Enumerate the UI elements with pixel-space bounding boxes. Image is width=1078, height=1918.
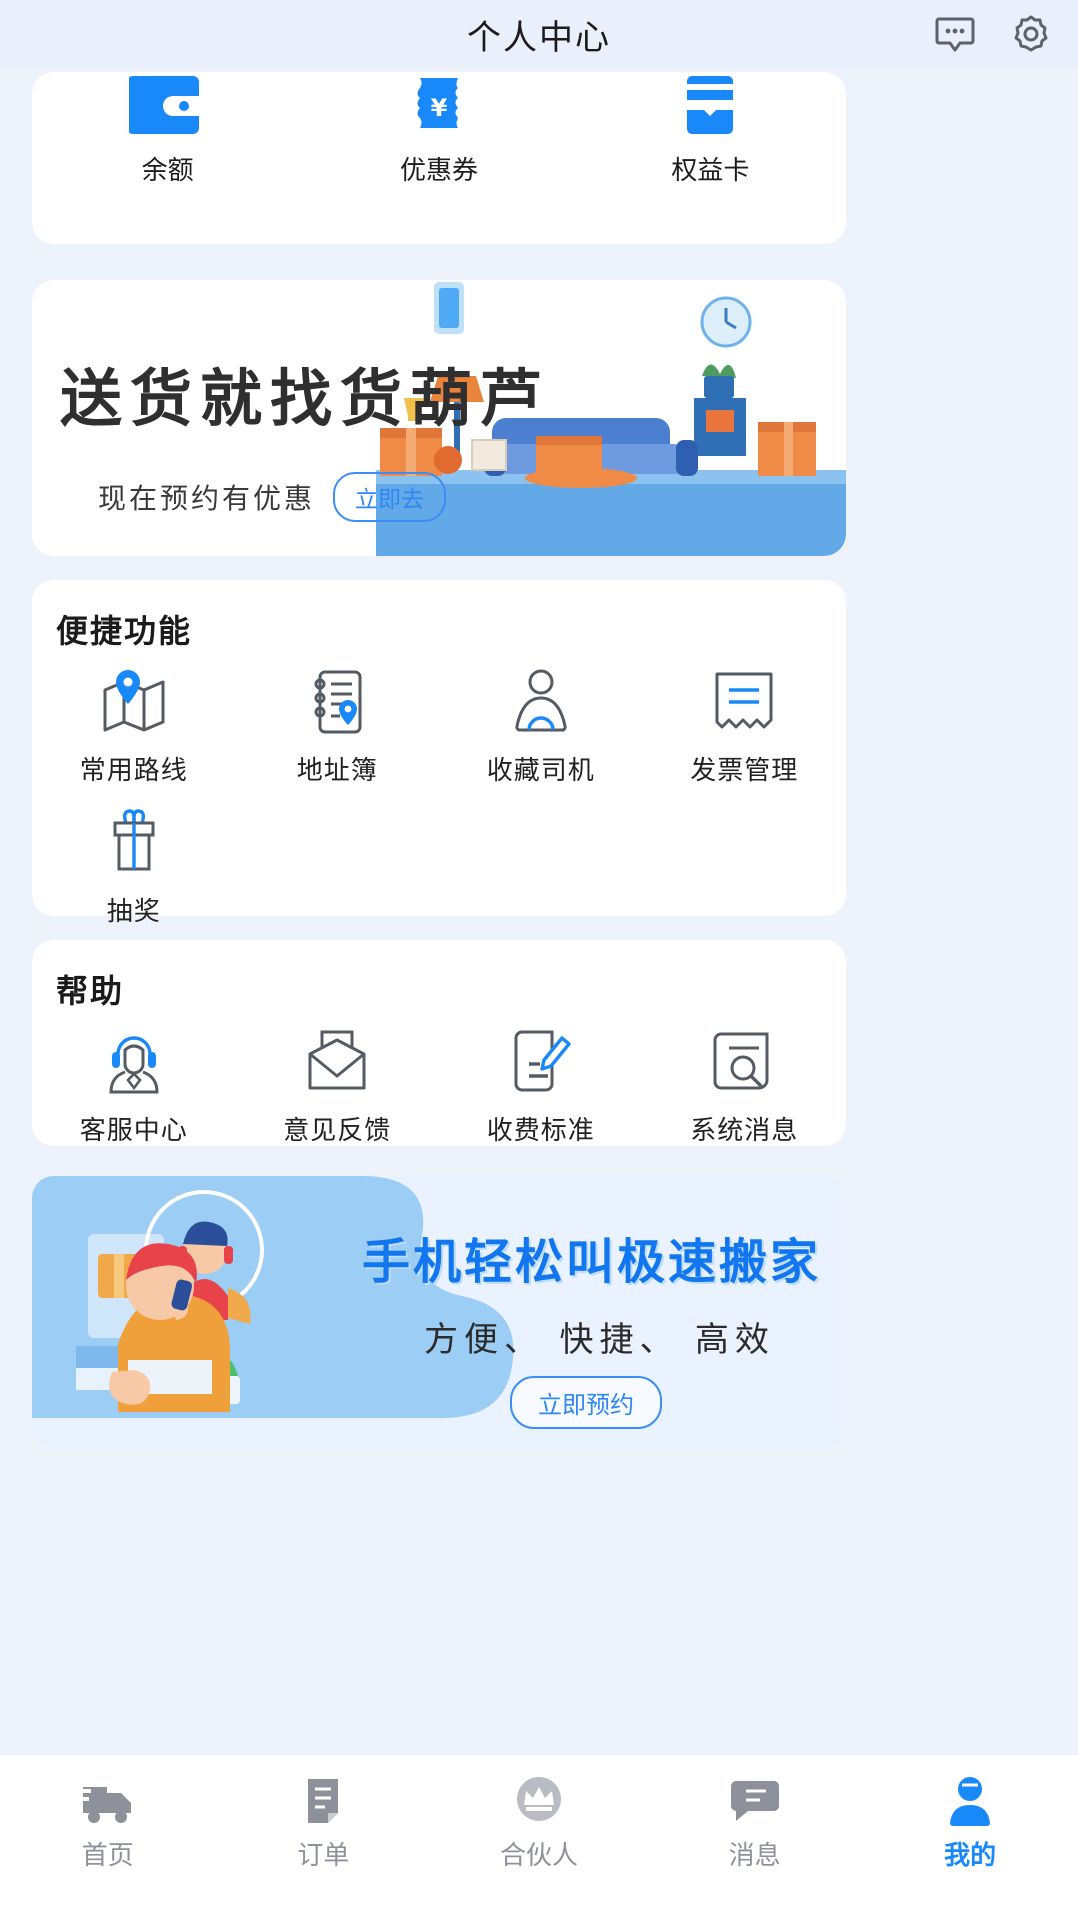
quick-function-address-book[interactable]: 地址簿 [236,664,440,787]
help-item-pricing[interactable]: 收费标准 [439,1024,643,1147]
quick-function-label: 常用路线 [79,755,188,785]
tab-messages[interactable]: 消息 [647,1773,863,1872]
quick-function-label: 地址簿 [296,755,378,785]
asset-label: 权益卡 [671,155,750,185]
header-actions [934,0,1052,68]
promo-banner-bottom[interactable]: 手机轻松叫极速搬家 方便、 快捷、 高效 立即预约 [32,1176,846,1448]
quick-functions-grid: 常用路线 地址簿 收藏司机 发票管理 抽奖 [32,664,846,946]
quick-function-lottery[interactable]: 抽奖 [32,805,236,928]
help-item-label: 系统消息 [690,1115,799,1145]
promo-bottom-subtitle: 方便、 快捷、 高效 [424,1321,775,1359]
promo-bottom-button[interactable]: 立即预约 [510,1376,662,1429]
quick-function-label: 发票管理 [690,755,799,785]
gear-icon[interactable] [1010,13,1052,55]
gift-icon [95,805,173,881]
tab-label: 我的 [944,1840,997,1870]
quick-functions-title: 便捷功能 [56,613,193,649]
asset-item-benefit-card[interactable]: 权益卡 [575,72,846,244]
promo-top-title: 送货就找货葫芦 [60,365,551,434]
order-icon [294,1773,352,1829]
envelope-icon [298,1024,376,1100]
crown-icon [510,1773,568,1829]
tab-partner[interactable]: 合伙人 [431,1773,647,1872]
truck-icon [79,1773,137,1829]
asset-row: 余额 ¥ 优惠券 权益卡 [32,72,846,244]
promo-bottom-title: 手机轻松叫极速搬家 [362,1236,822,1289]
asset-card: 余额 ¥ 优惠券 权益卡 [32,72,846,244]
promo-top-subrow: 现在预约有优惠 立即去 [60,472,550,522]
quick-function-common-routes[interactable]: 常用路线 [32,664,236,787]
tab-home[interactable]: 首页 [0,1773,216,1872]
promo-top-text: 送货就找货葫芦 现在预约有优惠 立即去 [60,348,550,522]
quick-function-label: 抽奖 [106,896,161,926]
address-book-icon [298,664,376,740]
tab-label: 首页 [81,1840,134,1870]
help-item-feedback[interactable]: 意见反馈 [236,1024,440,1147]
help-card: 帮助 客服中心 意见反馈 收费标准 系统消息 [32,940,846,1146]
doc-search-icon [705,1024,783,1100]
help-item-system-message[interactable]: 系统消息 [643,1024,847,1147]
quick-function-invoice[interactable]: 发票管理 [643,664,847,787]
asset-label: 余额 [141,155,194,185]
svg-text:¥: ¥ [431,94,448,122]
quick-functions-card: 便捷功能 常用路线 地址簿 收藏司机 发票管理 抽奖 [32,580,846,926]
asset-item-coupon[interactable]: ¥ 优惠券 [303,72,574,244]
tab-label: 订单 [297,1840,350,1870]
coupon-icon: ¥ [400,76,478,138]
app-header: 个人中心 [0,0,1078,68]
promo-top-button[interactable]: 立即去 [333,472,447,522]
help-grid: 客服中心 意见反馈 收费标准 系统消息 [32,1024,846,1165]
help-item-label: 收费标准 [486,1115,595,1145]
promo-top-subtitle: 现在预约有优惠 [98,483,316,514]
map-route-icon [95,664,173,740]
help-title: 帮助 [56,973,125,1009]
help-item-label: 客服中心 [79,1115,188,1145]
promo-banner-top[interactable]: 送货就找货葫芦 现在预约有优惠 立即去 [32,280,846,556]
tab-orders[interactable]: 订单 [216,1773,432,1872]
bottom-tabbar: 首页 订单 合伙人 消息 我的 [0,1754,1078,1918]
headset-agent-icon [95,1024,173,1100]
quick-function-label: 收藏司机 [486,755,595,785]
asset-item-balance[interactable]: 余额 [32,72,303,244]
favorite-driver-icon [502,664,580,740]
tab-profile[interactable]: 我的 [862,1773,1078,1872]
wallet-icon [126,76,207,138]
message-icon[interactable] [934,13,976,55]
help-item-label: 意见反馈 [283,1115,392,1145]
chat-icon [726,1773,784,1829]
asset-label: 优惠券 [399,155,478,185]
invoice-icon [705,664,783,740]
document-pen-icon [502,1024,580,1100]
page-title: 个人中心 [467,18,611,57]
help-item-customer-service[interactable]: 客服中心 [32,1024,236,1147]
quick-function-favorite-driver[interactable]: 收藏司机 [439,664,643,787]
benefit-card-icon [671,76,749,138]
tab-label: 消息 [728,1840,781,1870]
profile-icon [941,1773,999,1829]
tab-label: 合伙人 [499,1840,578,1870]
